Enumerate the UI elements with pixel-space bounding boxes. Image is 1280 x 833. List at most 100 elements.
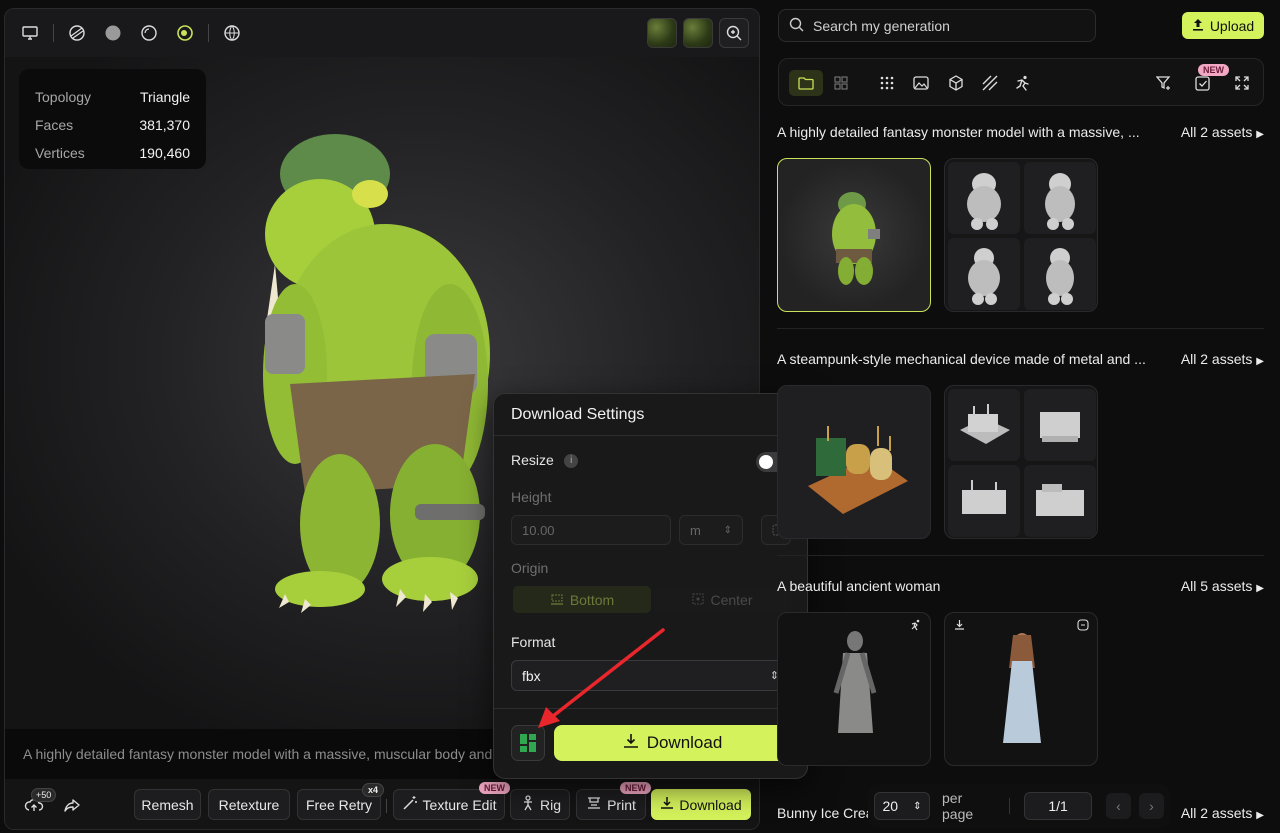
resize-row: Resize i	[511, 452, 790, 474]
group-divider	[777, 328, 1264, 329]
per-page-label: per page	[942, 790, 974, 822]
texture-filter-icon[interactable]	[978, 71, 1002, 95]
print-new-badge: NEW	[620, 782, 651, 794]
upload-icon	[1192, 18, 1204, 34]
chevron-updown-icon: ⇕	[913, 800, 922, 812]
monster-thumbnail	[832, 192, 880, 285]
free-retry-label: Free Retry	[305, 796, 373, 813]
animation-filter-icon[interactable]	[1011, 71, 1035, 95]
info-icon[interactable]: i	[564, 453, 579, 468]
all-assets-label: All 2 assets	[1180, 805, 1253, 821]
asset-card[interactable]	[777, 385, 931, 539]
origin-label: Origin	[511, 560, 549, 576]
environment-globe-icon[interactable]	[219, 20, 245, 46]
chevron-right-icon: ▶	[1256, 129, 1264, 140]
expand-icon[interactable]	[1230, 71, 1254, 95]
group-title[interactable]: A highly detailed fantasy monster model …	[777, 124, 1147, 140]
chevron-updown-icon: ⇕	[723, 524, 732, 536]
page-indicator[interactable]: 1/1	[1024, 792, 1092, 820]
chevron-right-icon: ›	[1149, 798, 1154, 814]
texture-edit-new-badge: NEW	[479, 782, 510, 794]
height-label-row: Height	[511, 489, 790, 507]
popover-download-button[interactable]: Download	[554, 725, 791, 761]
page-size-select[interactable]: 20 ⇕	[874, 792, 930, 820]
grid-view-icon[interactable]	[829, 71, 853, 95]
asset-card-multiview[interactable]	[944, 385, 1098, 539]
multiview-thumbnail	[1024, 389, 1096, 461]
monster-model	[263, 134, 490, 613]
group-title[interactable]: A steampunk-style mechanical device made…	[777, 351, 1147, 367]
page-size-value: 20	[882, 798, 899, 814]
group-divider	[777, 555, 1264, 556]
rig-button[interactable]: Rig	[510, 789, 570, 820]
height-input[interactable]: 10.00	[511, 515, 671, 545]
popover-footer: Download	[494, 708, 807, 780]
print-button[interactable]: Print NEW	[576, 782, 651, 820]
align-bottom-icon	[550, 592, 564, 608]
retexture-button[interactable]: Retexture	[208, 789, 290, 820]
clay-shading-icon[interactable]	[136, 20, 162, 46]
download-label: Download	[679, 796, 742, 813]
all-assets-filter-icon[interactable]	[875, 71, 899, 95]
asset-card[interactable]	[777, 612, 931, 766]
origin-label-row: Origin	[511, 560, 790, 578]
texture-edit-button[interactable]: Texture Edit NEW	[393, 782, 510, 820]
all-assets-label: All 5 assets	[1180, 578, 1253, 594]
solid-shading-icon[interactable]	[100, 20, 126, 46]
all-assets-link[interactable]: All 2 assets ▶	[1181, 124, 1264, 140]
multiview-thumbnail	[948, 465, 1020, 537]
origin-bottom-label: Bottom	[569, 591, 615, 608]
generation-group: A highly detailed fantasy monster model …	[777, 122, 1264, 329]
monitor-icon[interactable]	[17, 20, 43, 46]
chevron-right-icon: ▶	[1256, 356, 1264, 367]
unit-value: m	[690, 522, 701, 538]
format-label-row: Format	[511, 634, 790, 652]
remesh-button[interactable]: Remesh	[134, 789, 201, 820]
ancient-woman-thumbnail	[1003, 633, 1041, 743]
layout-grid-icon	[520, 734, 536, 752]
all-assets-link[interactable]: All 5 assets ▶	[1181, 578, 1264, 594]
upload-button[interactable]: Upload	[1182, 12, 1264, 39]
download-button[interactable]: Download	[651, 789, 751, 820]
format-value: fbx	[522, 667, 541, 684]
height-label: Height	[511, 489, 552, 505]
search-input[interactable]: Search my generation	[778, 9, 1096, 42]
all-assets-link[interactable]: All 2 assets ▶	[1181, 351, 1264, 367]
format-select[interactable]: fbx ⇕	[511, 660, 790, 691]
folder-view-icon[interactable]	[789, 70, 823, 96]
group-title[interactable]: A beautiful ancient woman	[777, 578, 1147, 594]
texture-layout-button[interactable]	[511, 725, 545, 761]
select-mode-new-badge: NEW	[1198, 64, 1229, 76]
topology-label: Topology	[35, 89, 92, 105]
unit-select[interactable]: m ⇕	[679, 515, 743, 545]
model-cube-filter-icon[interactable]	[944, 71, 968, 95]
prev-page-button[interactable]: ‹	[1105, 793, 1131, 819]
textured-shading-icon[interactable]	[172, 20, 198, 46]
image-filter-icon[interactable]	[909, 71, 933, 95]
origin-bottom-option[interactable]: Bottom	[513, 586, 651, 613]
all-assets-link[interactable]: All 2 assets ▶	[1181, 805, 1264, 821]
generation-group: A beautiful ancient woman All 5 assets ▶	[777, 576, 1264, 776]
search-placeholder: Search my generation	[813, 17, 950, 34]
print-label: Print	[607, 796, 636, 813]
page-indicator-value: 1/1	[1048, 798, 1068, 814]
search-icon	[789, 17, 804, 35]
toolbar-divider	[53, 24, 54, 42]
share-icon[interactable]	[57, 790, 87, 820]
upload-cloud-icon[interactable]: +50	[19, 788, 57, 820]
wireframe-shading-icon[interactable]	[64, 20, 90, 46]
asset-card-selected[interactable]	[777, 158, 931, 312]
toolbar-divider	[208, 24, 209, 42]
texture-map-thumbnail[interactable]	[647, 18, 677, 48]
multiview-thumbnail	[1024, 162, 1096, 234]
texture-map-thumbnail[interactable]	[683, 18, 713, 48]
free-retry-count-badge: x4	[361, 783, 384, 797]
asset-card-multiview[interactable]	[944, 158, 1098, 312]
steampunk-device-thumbnail	[808, 426, 908, 514]
zoom-inspect-icon[interactable]	[719, 18, 749, 48]
free-retry-button[interactable]: Free Retry x4	[297, 783, 384, 820]
asset-card[interactable]	[944, 612, 1098, 766]
resize-label: Resize	[511, 452, 554, 468]
next-page-button[interactable]: ›	[1138, 793, 1165, 819]
filter-icon[interactable]	[1152, 71, 1176, 95]
